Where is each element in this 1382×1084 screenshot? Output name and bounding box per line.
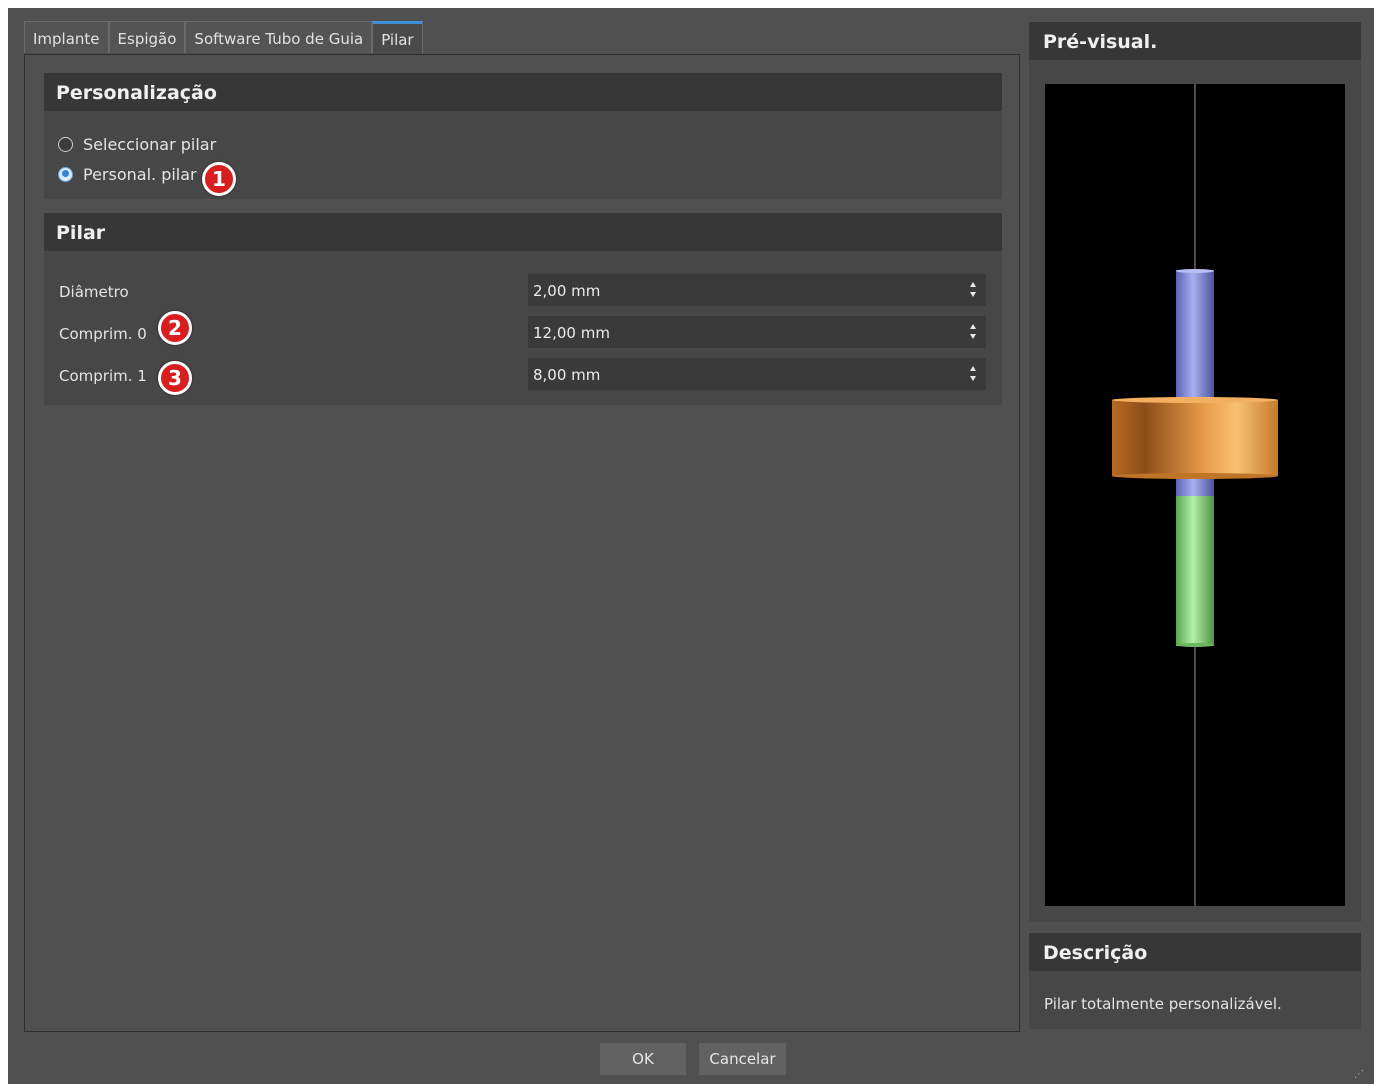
diameter-label: Diâmetro xyxy=(59,283,129,301)
resize-grip-icon[interactable]: ⋰ xyxy=(1354,1069,1364,1080)
diameter-stepper[interactable] xyxy=(970,280,978,300)
preview-3d-viewport[interactable] xyxy=(1045,84,1345,906)
collar-shape xyxy=(1112,400,1278,476)
length-0-stepper[interactable] xyxy=(970,322,978,342)
length-1-spinbox[interactable]: 8,00 mm xyxy=(528,358,986,390)
lower-cylinder-shape xyxy=(1176,496,1214,646)
length-0-value: 12,00 mm xyxy=(533,324,610,342)
pilar-group: Pilar Diâmetro 2,00 mm Comprim. 0 2 12,0… xyxy=(44,213,1002,405)
marker-1-badge: 1 xyxy=(202,162,236,196)
upper-cylinder-top xyxy=(1176,269,1214,273)
radio-select-abutment[interactable] xyxy=(58,136,73,152)
length-0-spinbox[interactable]: 12,00 mm xyxy=(528,316,986,348)
decrement-arrow-icon[interactable] xyxy=(970,376,976,381)
length-1-label: Comprim. 1 xyxy=(59,367,147,385)
tab-software-tubo-de-guia[interactable]: Software Tubo de Guia xyxy=(185,21,373,53)
radio-custom-abutment[interactable] xyxy=(58,166,73,182)
marker-2-badge: 2 xyxy=(158,311,192,345)
preview-panel: Pré-visual. xyxy=(1029,22,1361,922)
diameter-value: 2,00 mm xyxy=(533,282,601,300)
option-select-abutment-label: Seleccionar pilar xyxy=(83,134,217,154)
lower-cylinder-bottom xyxy=(1176,643,1214,647)
length-1-value: 8,00 mm xyxy=(533,366,601,384)
diameter-spinbox[interactable]: 2,00 mm xyxy=(528,274,986,306)
collar-top xyxy=(1112,397,1278,403)
increment-arrow-icon[interactable] xyxy=(970,366,976,371)
marker-3-badge: 3 xyxy=(158,361,192,395)
tab-implante[interactable]: Implante xyxy=(24,21,109,53)
ok-button[interactable]: OK xyxy=(600,1043,686,1075)
abutment-3d-render xyxy=(1112,84,1278,906)
description-panel: Descrição Pilar totalmente personalizáve… xyxy=(1029,933,1361,1029)
option-custom-abutment[interactable]: Personal. pilar xyxy=(58,162,197,186)
increment-arrow-icon[interactable] xyxy=(970,324,976,329)
option-select-abutment[interactable]: Seleccionar pilar xyxy=(58,132,216,156)
tab-pilar[interactable]: Pilar xyxy=(372,21,423,55)
personalization-group: Personalização Seleccionar pilar Persona… xyxy=(44,73,1002,199)
decrement-arrow-icon[interactable] xyxy=(970,292,976,297)
increment-arrow-icon[interactable] xyxy=(970,282,976,287)
option-custom-abutment-label: Personal. pilar xyxy=(83,164,197,184)
tab-espigao[interactable]: Espigão xyxy=(108,21,186,53)
pilar-title: Pilar xyxy=(44,213,1002,251)
description-text: Pilar totalmente personalizável. xyxy=(1044,995,1282,1013)
description-title: Descrição xyxy=(1029,933,1361,971)
decrement-arrow-icon[interactable] xyxy=(970,334,976,339)
tab-content-panel: Personalização Seleccionar pilar Persona… xyxy=(24,54,1020,1032)
length-0-label: Comprim. 0 xyxy=(59,325,147,343)
preview-title: Pré-visual. xyxy=(1029,22,1361,60)
abutment-dialog: Implante Espigão Software Tubo de Guia P… xyxy=(8,8,1374,1084)
cancel-button[interactable]: Cancelar xyxy=(699,1043,786,1075)
length-1-stepper[interactable] xyxy=(970,364,978,384)
tab-bar: Implante Espigão Software Tubo de Guia P… xyxy=(24,21,423,55)
collar-bottom xyxy=(1112,473,1278,479)
personalization-title: Personalização xyxy=(44,73,1002,111)
